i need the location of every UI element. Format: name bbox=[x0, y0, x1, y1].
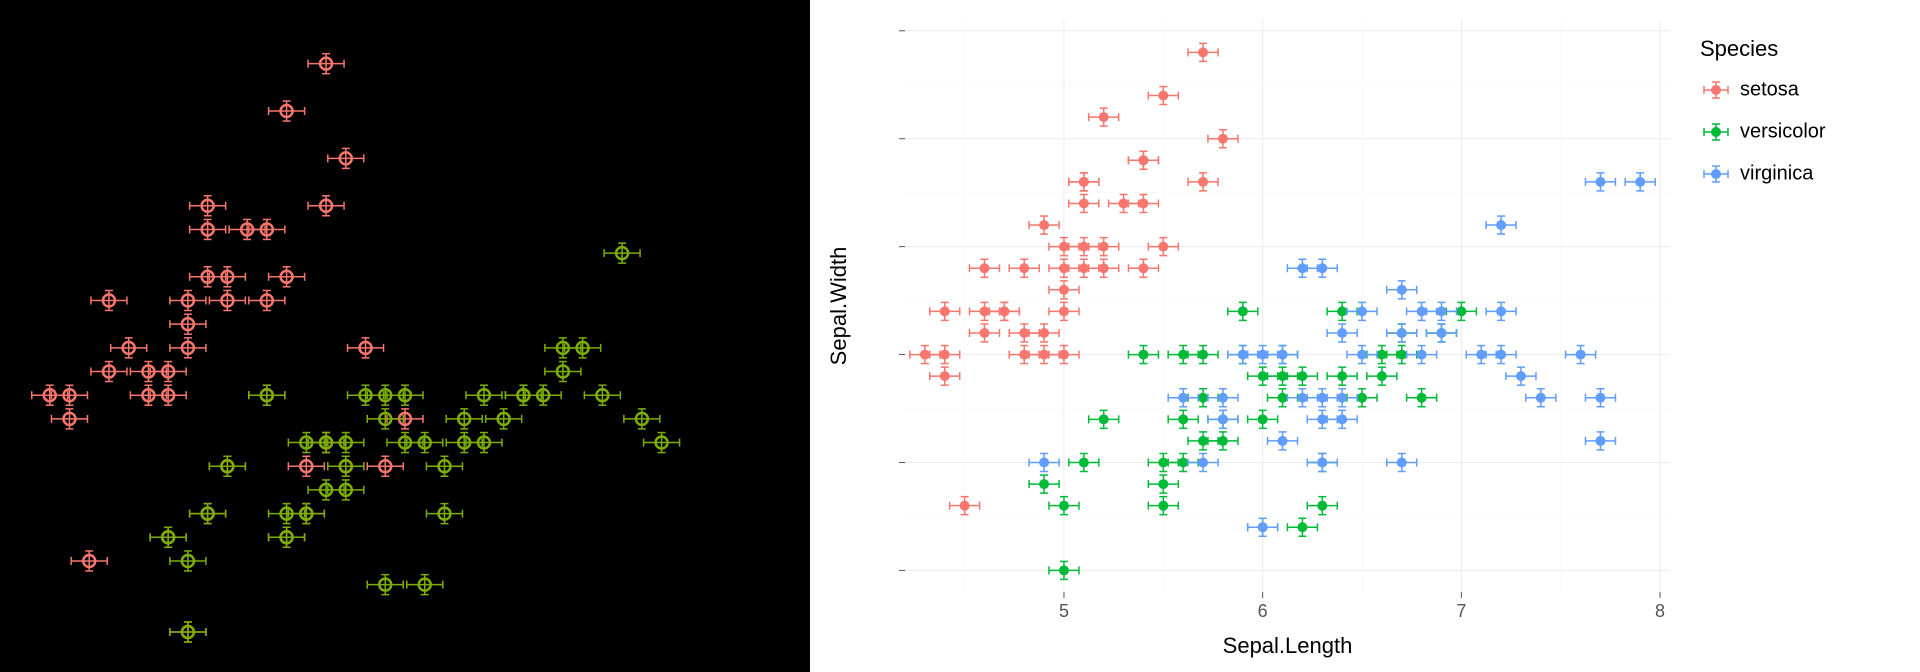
legend-title: Species bbox=[1700, 36, 1778, 61]
right-scatter-svg: 5 6 7 8 Sepal.Length Sepal.Width Species setosa… bbox=[810, 0, 1920, 672]
left-scatter-svg bbox=[0, 0, 810, 672]
x-axis-label: Sepal.Length bbox=[1223, 633, 1353, 658]
y-axis-label: Sepal.Width bbox=[826, 247, 851, 366]
legend-item-virginica: virginica bbox=[1740, 162, 1814, 184]
x-tick-5: 5 bbox=[1059, 601, 1069, 621]
x-tick-6: 6 bbox=[1258, 601, 1268, 621]
left-scatter-panel bbox=[0, 0, 810, 672]
x-tick-7: 7 bbox=[1456, 601, 1466, 621]
legend-item-versicolor: versicolor bbox=[1740, 120, 1826, 142]
chart-container: 5 6 7 8 Sepal.Length Sepal.Width Species setosa… bbox=[0, 0, 1920, 672]
right-scatter-panel: 5 6 7 8 Sepal.Length Sepal.Width Species setosa… bbox=[810, 0, 1920, 672]
legend: Species setosa versicolor virginica bbox=[1700, 36, 1826, 184]
legend-item-setosa: setosa bbox=[1740, 78, 1800, 100]
x-tick-8: 8 bbox=[1655, 601, 1665, 621]
